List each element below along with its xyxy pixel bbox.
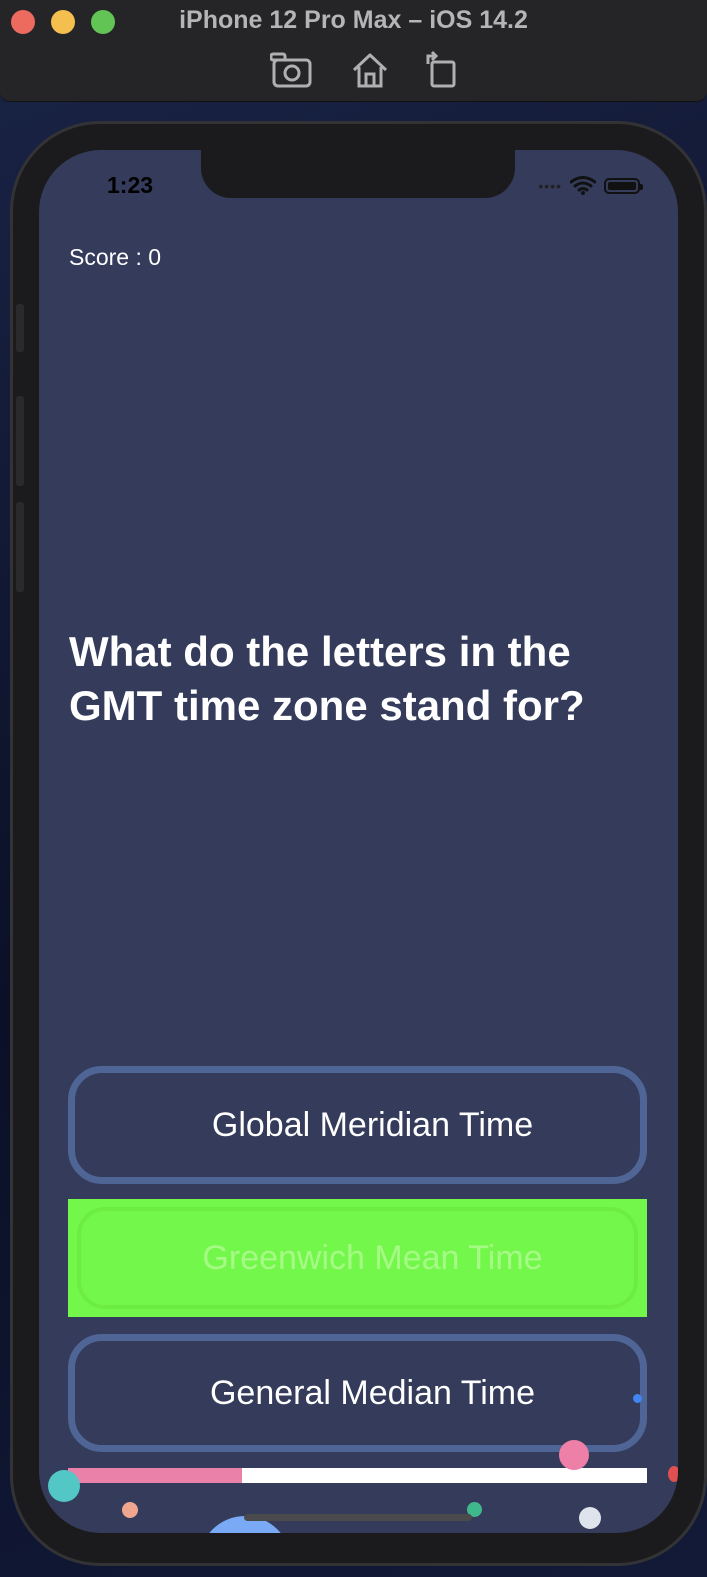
confetti-dot [122, 1502, 138, 1518]
answer-button-3[interactable]: General Median Time [68, 1334, 647, 1452]
signal-icon: •••• [538, 177, 562, 194]
simulator-title-bar: iPhone 12 Pro Max – iOS 14.2 [0, 0, 707, 102]
volume-up-button [16, 396, 24, 486]
score-label: Score : 0 [69, 244, 162, 270]
home-indicator[interactable] [244, 1514, 472, 1521]
battery-icon [604, 177, 643, 194]
wifi-icon [570, 176, 596, 195]
home-icon[interactable] [348, 50, 392, 90]
notch [201, 150, 515, 198]
confetti-dot [48, 1470, 80, 1502]
answer-button-2-correct[interactable]: Greenwich Mean Time [68, 1199, 647, 1317]
confetti-dot [559, 1440, 589, 1470]
answer-label: Greenwich Mean Time [202, 1238, 543, 1277]
progress-bar [68, 1468, 647, 1483]
progress-fill [68, 1468, 242, 1483]
status-icons: •••• [538, 176, 643, 195]
status-time: 1:23 [107, 172, 154, 198]
confetti-dot [668, 1466, 678, 1482]
rotate-icon[interactable] [420, 50, 464, 90]
question-text: What do the letters in the GMT time zone… [69, 628, 585, 729]
confetti-dot [579, 1507, 601, 1529]
answer-label: General Median Time [209, 1373, 536, 1412]
screenshot-icon[interactable] [269, 50, 314, 90]
confetti-dot [633, 1394, 642, 1403]
simulator-title: iPhone 12 Pro Max – iOS 14.2 [179, 6, 528, 34]
volume-down-button [16, 502, 24, 592]
app-screen: 1:23 •••• Score : 0 What do the letters … [39, 150, 678, 1533]
answer-button-1[interactable]: Global Meridian Time [68, 1066, 647, 1184]
answer-label: Global Meridian Time [211, 1105, 534, 1144]
mute-switch [16, 304, 24, 352]
